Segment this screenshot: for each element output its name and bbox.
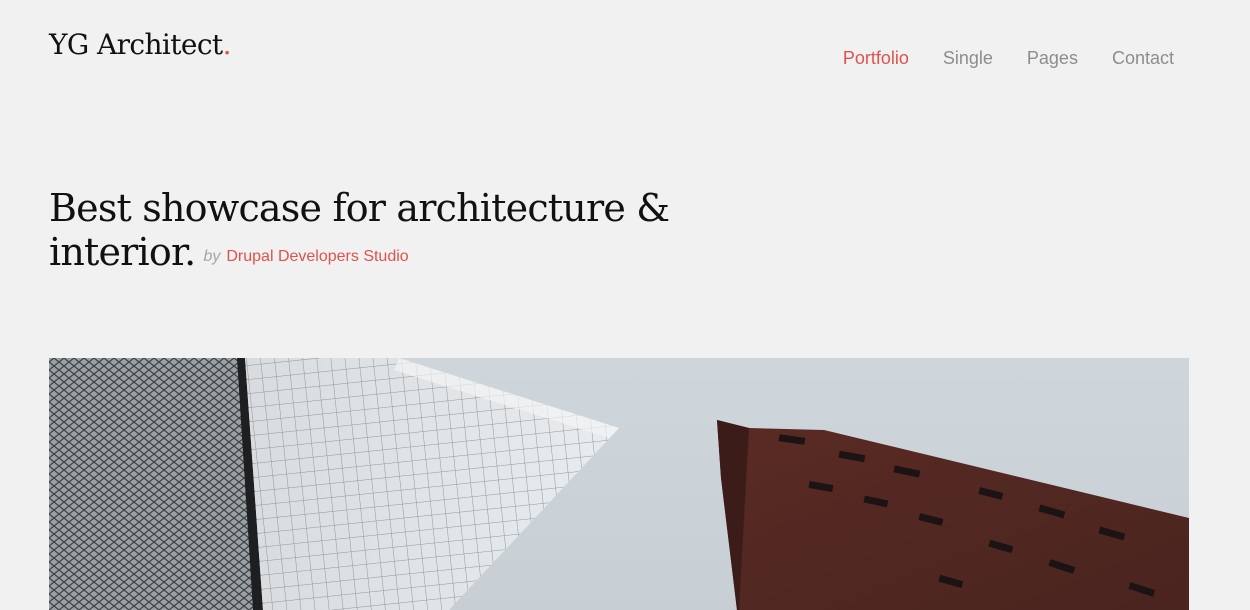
- nav-item-pages[interactable]: Pages: [1027, 46, 1078, 70]
- author-link[interactable]: Drupal Developers Studio: [226, 248, 408, 265]
- nav-item-single[interactable]: Single: [943, 46, 993, 70]
- main-nav: Portfolio Single Pages Contact: [843, 46, 1174, 70]
- site-logo[interactable]: YG Architect.: [49, 27, 232, 63]
- nav-item-contact[interactable]: Contact: [1112, 46, 1174, 70]
- byline-by: by: [203, 248, 221, 265]
- page-headline: Best showcase for architecture & interio…: [49, 186, 689, 279]
- hero-image: [49, 358, 1189, 610]
- logo-text: YG Architect: [49, 28, 223, 61]
- logo-dot: .: [222, 28, 232, 61]
- byline: by Drupal Developers Studio: [203, 248, 408, 265]
- nav-item-portfolio[interactable]: Portfolio: [843, 46, 909, 70]
